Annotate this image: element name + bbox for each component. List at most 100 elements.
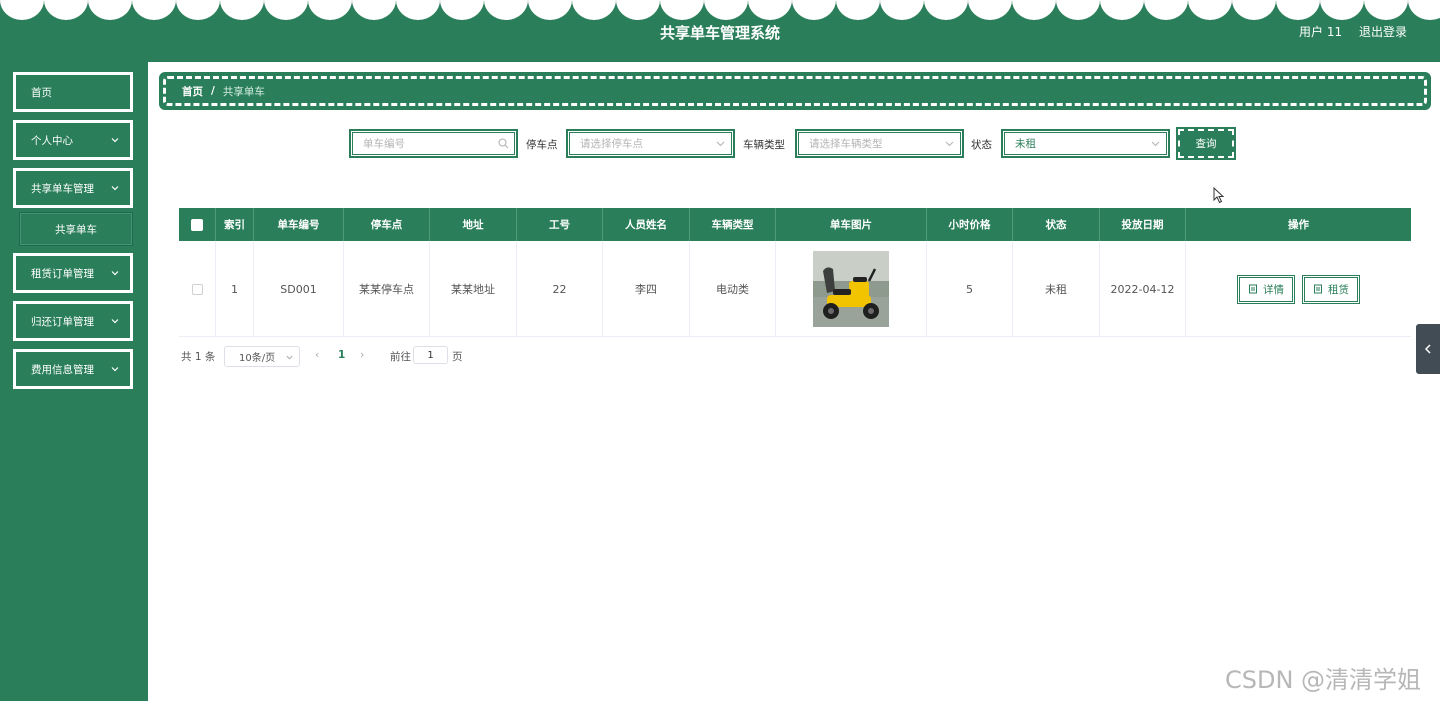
scallop-shape: [704, 0, 748, 20]
column-header-image: 单车图片: [776, 208, 927, 241]
sidebar-item-home[interactable]: 首页: [13, 72, 133, 112]
cell-image: [776, 241, 927, 337]
sidebar: 首页 个人中心 共享单车管理 共享单车 租赁订单管理 归还订单管理 费用信息管理: [0, 62, 148, 701]
top-header: 共享单车管理系统 用户 11 退出登录: [0, 0, 1440, 62]
column-header-address: 地址: [430, 208, 517, 241]
status-select[interactable]: [1001, 129, 1170, 158]
cell-bike-no: SD001: [254, 241, 344, 337]
bike-number-input[interactable]: [351, 131, 516, 156]
scallop-shape: [924, 0, 968, 20]
column-header-actions: 操作: [1288, 219, 1309, 231]
scallop-decoration: [0, 0, 1440, 20]
cell-status: 未租: [1013, 241, 1100, 337]
scallop-shape: [44, 0, 88, 20]
scallop-shape: [748, 0, 792, 20]
scallop-shape: [88, 0, 132, 20]
row-checkbox[interactable]: [191, 283, 203, 295]
scallop-shape: [352, 0, 396, 20]
side-panel-toggle[interactable]: [1416, 324, 1440, 374]
cell-address: 某某地址: [430, 241, 517, 337]
scallop-shape: [1056, 0, 1100, 20]
scallop-shape: [528, 0, 572, 20]
cell-actions: 详情 租赁: [1186, 241, 1411, 337]
scallop-shape: [616, 0, 660, 20]
station-select-input[interactable]: [568, 131, 733, 156]
sidebar-item-rental-orders[interactable]: 租赁订单管理: [13, 253, 133, 293]
detail-button-label: 详情: [1263, 283, 1284, 296]
rent-button[interactable]: 租赁: [1302, 274, 1360, 304]
select-all-checkbox[interactable]: [191, 218, 203, 231]
prev-page-icon[interactable]: ‹: [315, 348, 319, 361]
vehicle-type-select-input[interactable]: [797, 131, 962, 156]
scallop-shape: [1144, 0, 1188, 20]
column-header-station: 停车点: [344, 208, 430, 241]
sidebar-item-label: 归还订单管理: [31, 315, 94, 328]
scallop-shape: [1364, 0, 1408, 20]
scallop-shape: [968, 0, 1012, 20]
scallop-shape: [1320, 0, 1364, 20]
scallop-shape: [176, 0, 220, 20]
scallop-shape: [264, 0, 308, 20]
scallop-shape: [1276, 0, 1320, 20]
sidebar-item-label: 租赁订单管理: [31, 267, 94, 280]
cell-job-no: 22: [517, 241, 603, 337]
logout-link[interactable]: 退出登录: [1359, 23, 1407, 40]
chevron-down-icon: [111, 271, 119, 276]
breadcrumb-home[interactable]: 首页: [182, 84, 203, 99]
cell-station: 某某停车点: [344, 241, 430, 337]
sidebar-item-label: 费用信息管理: [31, 363, 94, 376]
page-size-select[interactable]: 10条/页: [224, 346, 300, 367]
scallop-shape: [1408, 0, 1440, 20]
query-button-label: 查询: [1195, 138, 1217, 150]
chevron-down-icon: [945, 141, 954, 147]
row-select-cell: [179, 241, 216, 337]
detail-button[interactable]: 详情: [1237, 274, 1295, 304]
cell-name: 李四: [603, 241, 690, 337]
scallop-shape: [1188, 0, 1232, 20]
sidebar-item-return-orders[interactable]: 归还订单管理: [13, 301, 133, 341]
status-label: 状态: [971, 139, 992, 151]
sidebar-subitem-shared-bike[interactable]: 共享单车: [19, 212, 133, 246]
scooter-image[interactable]: [813, 251, 889, 327]
scallop-shape: [440, 0, 484, 20]
chevron-up-icon: [111, 186, 119, 191]
page-number-current[interactable]: 1: [338, 349, 345, 361]
vehicle-type-select[interactable]: [795, 129, 964, 158]
sidebar-item-label: 首页: [31, 86, 52, 99]
scallop-shape: [484, 0, 528, 20]
scallop-shape: [0, 0, 44, 20]
chevron-left-icon: [1424, 344, 1431, 354]
sidebar-subitem-label: 共享单车: [55, 223, 97, 236]
scallop-shape: [836, 0, 880, 20]
table-header: 索引 单车编号 停车点 地址 工号 人员姓名 车辆类型 单车图片 小时价格 状态…: [179, 208, 1411, 241]
breadcrumb-frame: 首页 / 共享单车: [163, 76, 1427, 106]
station-select[interactable]: [566, 129, 735, 158]
chevron-down-icon: [716, 141, 725, 147]
status-select-input[interactable]: [1003, 131, 1168, 156]
breadcrumb-current: 共享单车: [222, 85, 265, 98]
sidebar-item-fee-info[interactable]: 费用信息管理: [13, 349, 133, 389]
cell-index: 1: [216, 241, 254, 337]
sidebar-item-personal-center[interactable]: 个人中心: [13, 120, 133, 160]
cell-vehicle-type: 电动类: [690, 241, 776, 337]
scallop-shape: [1100, 0, 1144, 20]
select-all-cell: [179, 208, 216, 241]
scallop-shape: [220, 0, 264, 20]
page-size-value: 10条/页: [239, 353, 276, 364]
column-header-name: 人员姓名: [603, 208, 690, 241]
scallop-shape: [396, 0, 440, 20]
scallop-shape: [792, 0, 836, 20]
scallop-shape: [132, 0, 176, 20]
document-icon: [1249, 284, 1257, 294]
goto-page-input[interactable]: [413, 346, 448, 364]
sidebar-item-bike-management[interactable]: 共享单车管理: [13, 168, 133, 208]
scallop-shape: [572, 0, 616, 20]
query-button[interactable]: 查询: [1176, 127, 1236, 160]
app-title: 共享单车管理系统: [659, 24, 780, 42]
scallop-shape: [308, 0, 352, 20]
station-label: 停车点: [526, 139, 558, 151]
next-page-icon[interactable]: ›: [360, 348, 364, 361]
sidebar-item-label: 个人中心: [31, 134, 73, 147]
bike-number-search[interactable]: [349, 129, 518, 158]
document-icon: [1314, 284, 1322, 294]
